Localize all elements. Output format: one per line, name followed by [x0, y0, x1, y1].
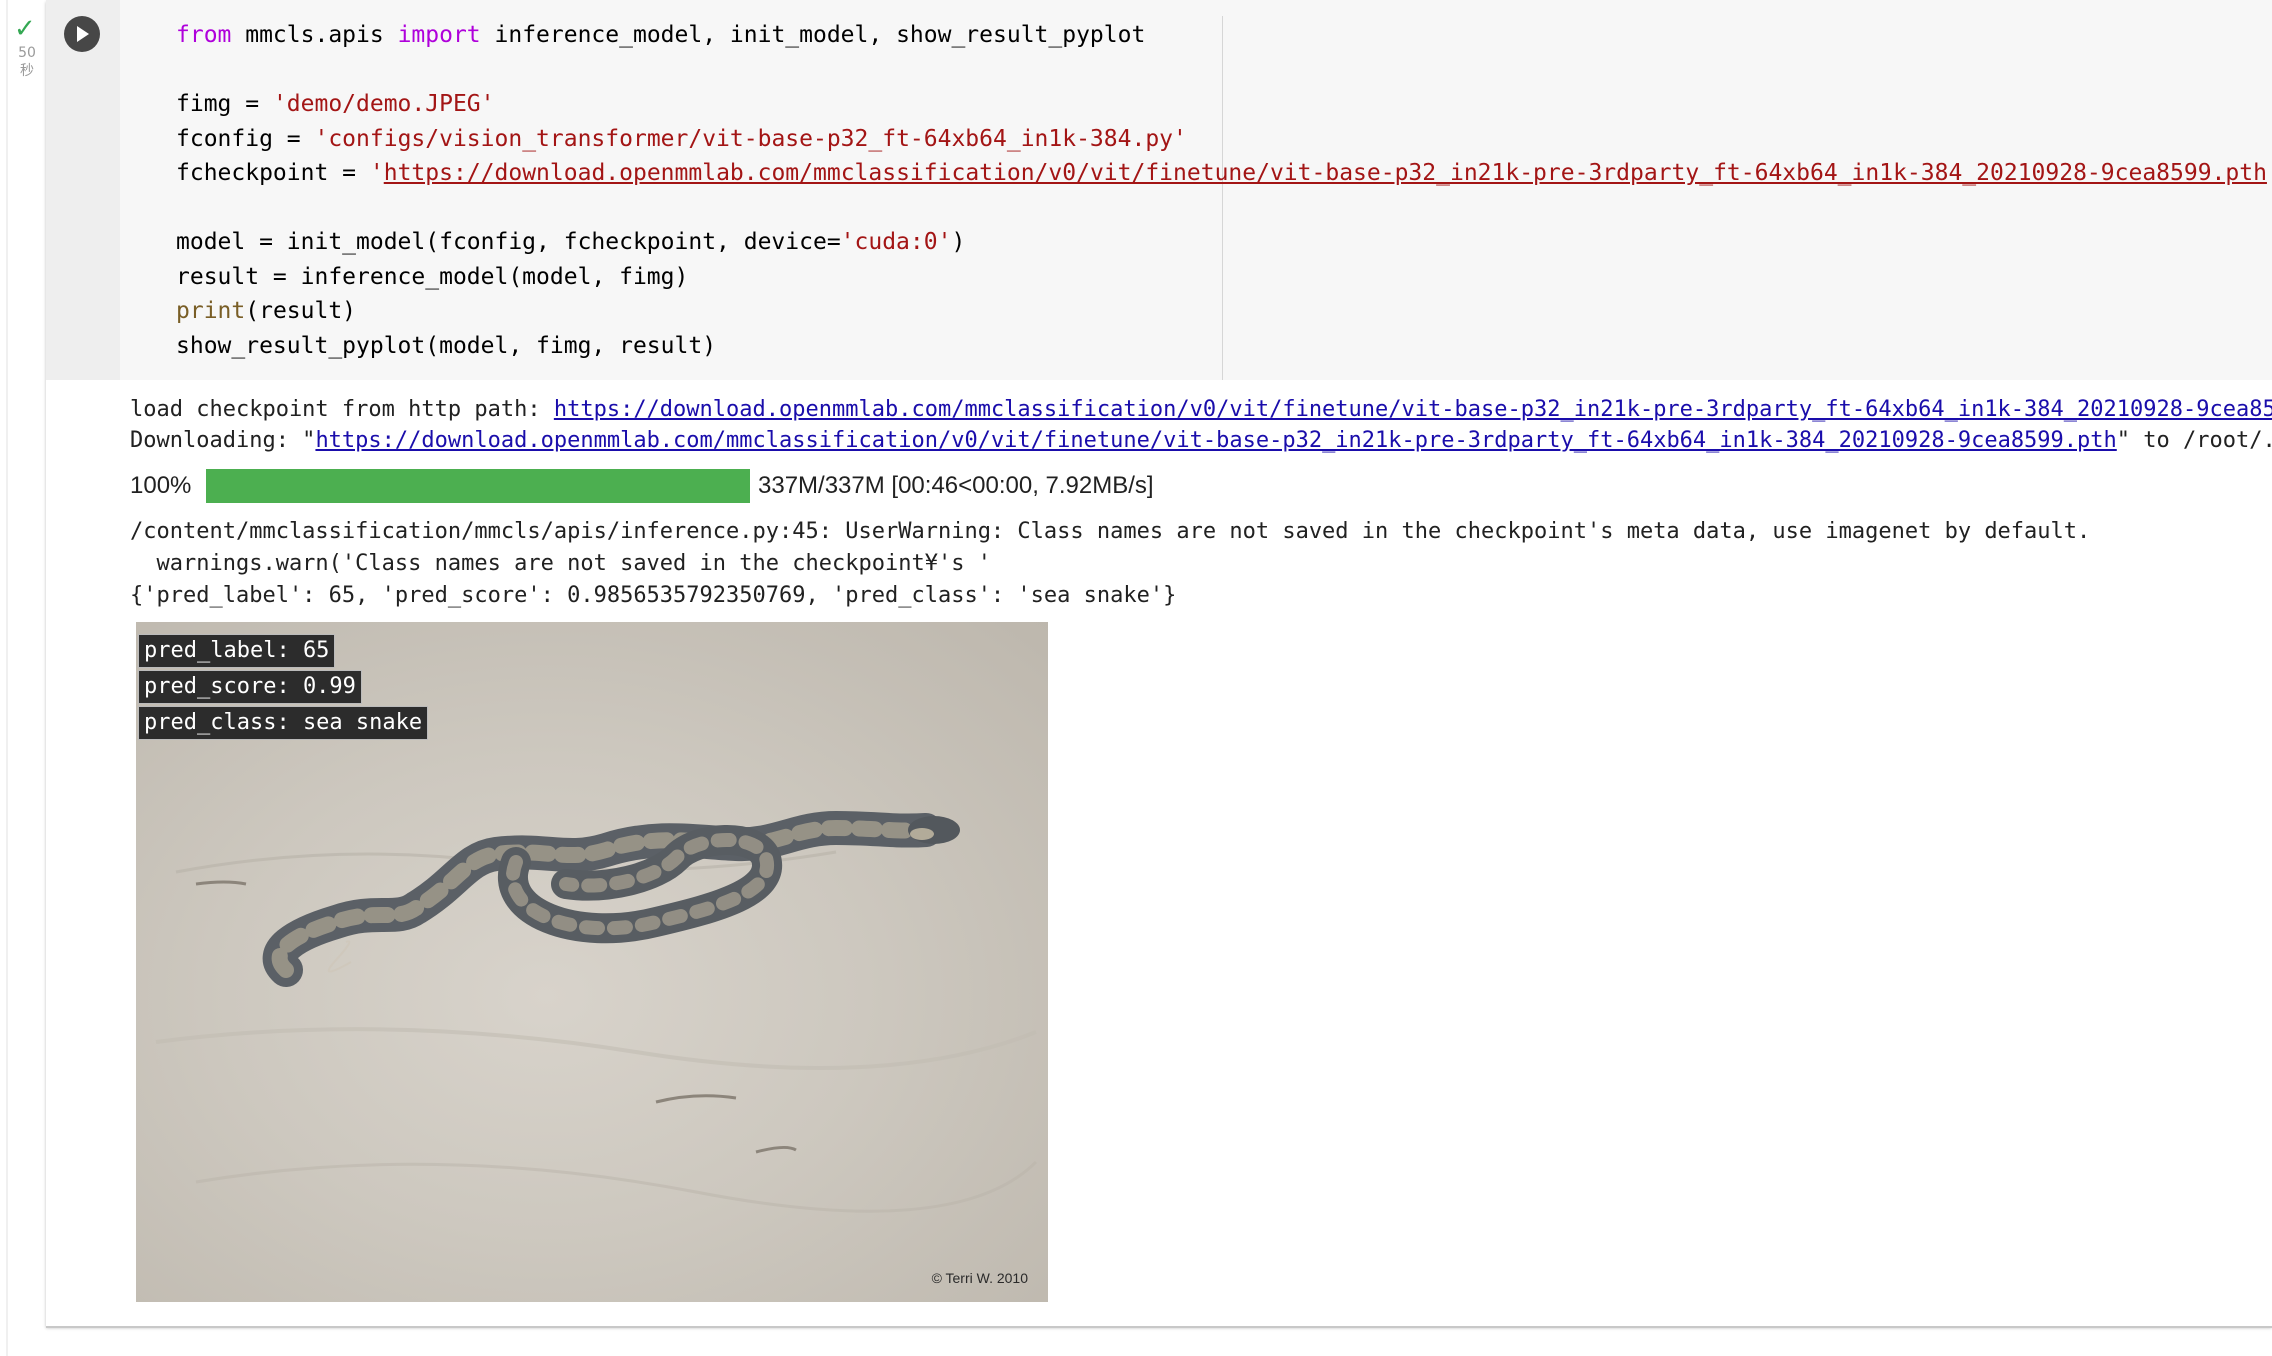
download-progress: 100% 337M/337M [00:46<00:00, 7.92MB/s]: [130, 466, 1154, 506]
code-line-7: model = init_model(fconfig, fcheckpoint,…: [176, 229, 966, 255]
load-checkpoint-line: load checkpoint from http path: https://…: [130, 394, 2272, 426]
image-credit: © Terri W. 2010: [931, 1270, 1028, 1286]
result-dict-line: {'pred_label': 65, 'pred_score': 0.98565…: [130, 583, 1177, 608]
user-warning-line: /content/mmclassification/mmcls/apis/inf…: [130, 519, 2091, 544]
cell-gutter: ✓ 50 秒: [0, 0, 46, 1356]
check-icon: ✓: [14, 14, 36, 44]
load-checkpoint-link[interactable]: https://download.openmmlab.com/mmclassif…: [554, 397, 2272, 422]
execution-time: 50 秒: [16, 44, 38, 80]
warn-call-line: warnings.warn('Class names are not saved…: [130, 551, 991, 576]
code-line-4: fconfig = 'configs/vision_transformer/vi…: [176, 125, 1187, 152]
code-text[interactable]: from mmcls.apis import inference_model, …: [176, 18, 2272, 363]
code-line-5: fcheckpoint = 'https://download.openmmla…: [176, 160, 2272, 186]
code-line-1: from mmcls.apis import inference_model, …: [176, 22, 1146, 48]
cell-bottom-border: [46, 1326, 2272, 1328]
run-cell-button[interactable]: [64, 16, 100, 52]
run-column: [46, 0, 120, 380]
exec-unit: 秒: [20, 63, 34, 79]
code-editor[interactable]: from mmcls.apis import inference_model, …: [120, 0, 2272, 380]
pred-score-overlay: pred_score: 0.99: [138, 670, 362, 704]
progress-bar-fill: [206, 469, 750, 503]
code-line-8: result = inference_model(model, fimg): [176, 263, 689, 290]
code-line-9: print(result): [176, 298, 357, 324]
pred-label-overlay: pred_label: 65: [138, 634, 336, 668]
code-line-3: fimg = 'demo/demo.JPEG': [176, 91, 495, 117]
exec-seconds: 50: [18, 45, 36, 61]
play-icon: [77, 26, 89, 42]
gutter-divider: [6, 0, 8, 1356]
result-image: pred_label: 65 pred_score: 0.99 pred_cla…: [136, 622, 1048, 1302]
downloading-line: Downloading: "https://download.openmmlab…: [130, 428, 2272, 453]
code-line-10: show_result_pyplot(model, fimg, result): [176, 332, 717, 359]
progress-bar: [206, 469, 750, 503]
progress-info: 337M/337M [00:46<00:00, 7.92MB/s]: [758, 472, 1154, 499]
checkpoint-url-link[interactable]: https://download.openmmlab.com/mmclassif…: [384, 160, 2267, 186]
download-link[interactable]: https://download.openmmlab.com/mmclassif…: [315, 428, 2116, 453]
pred-class-overlay: pred_class: sea snake: [138, 706, 429, 740]
progress-percent: 100%: [130, 472, 192, 499]
